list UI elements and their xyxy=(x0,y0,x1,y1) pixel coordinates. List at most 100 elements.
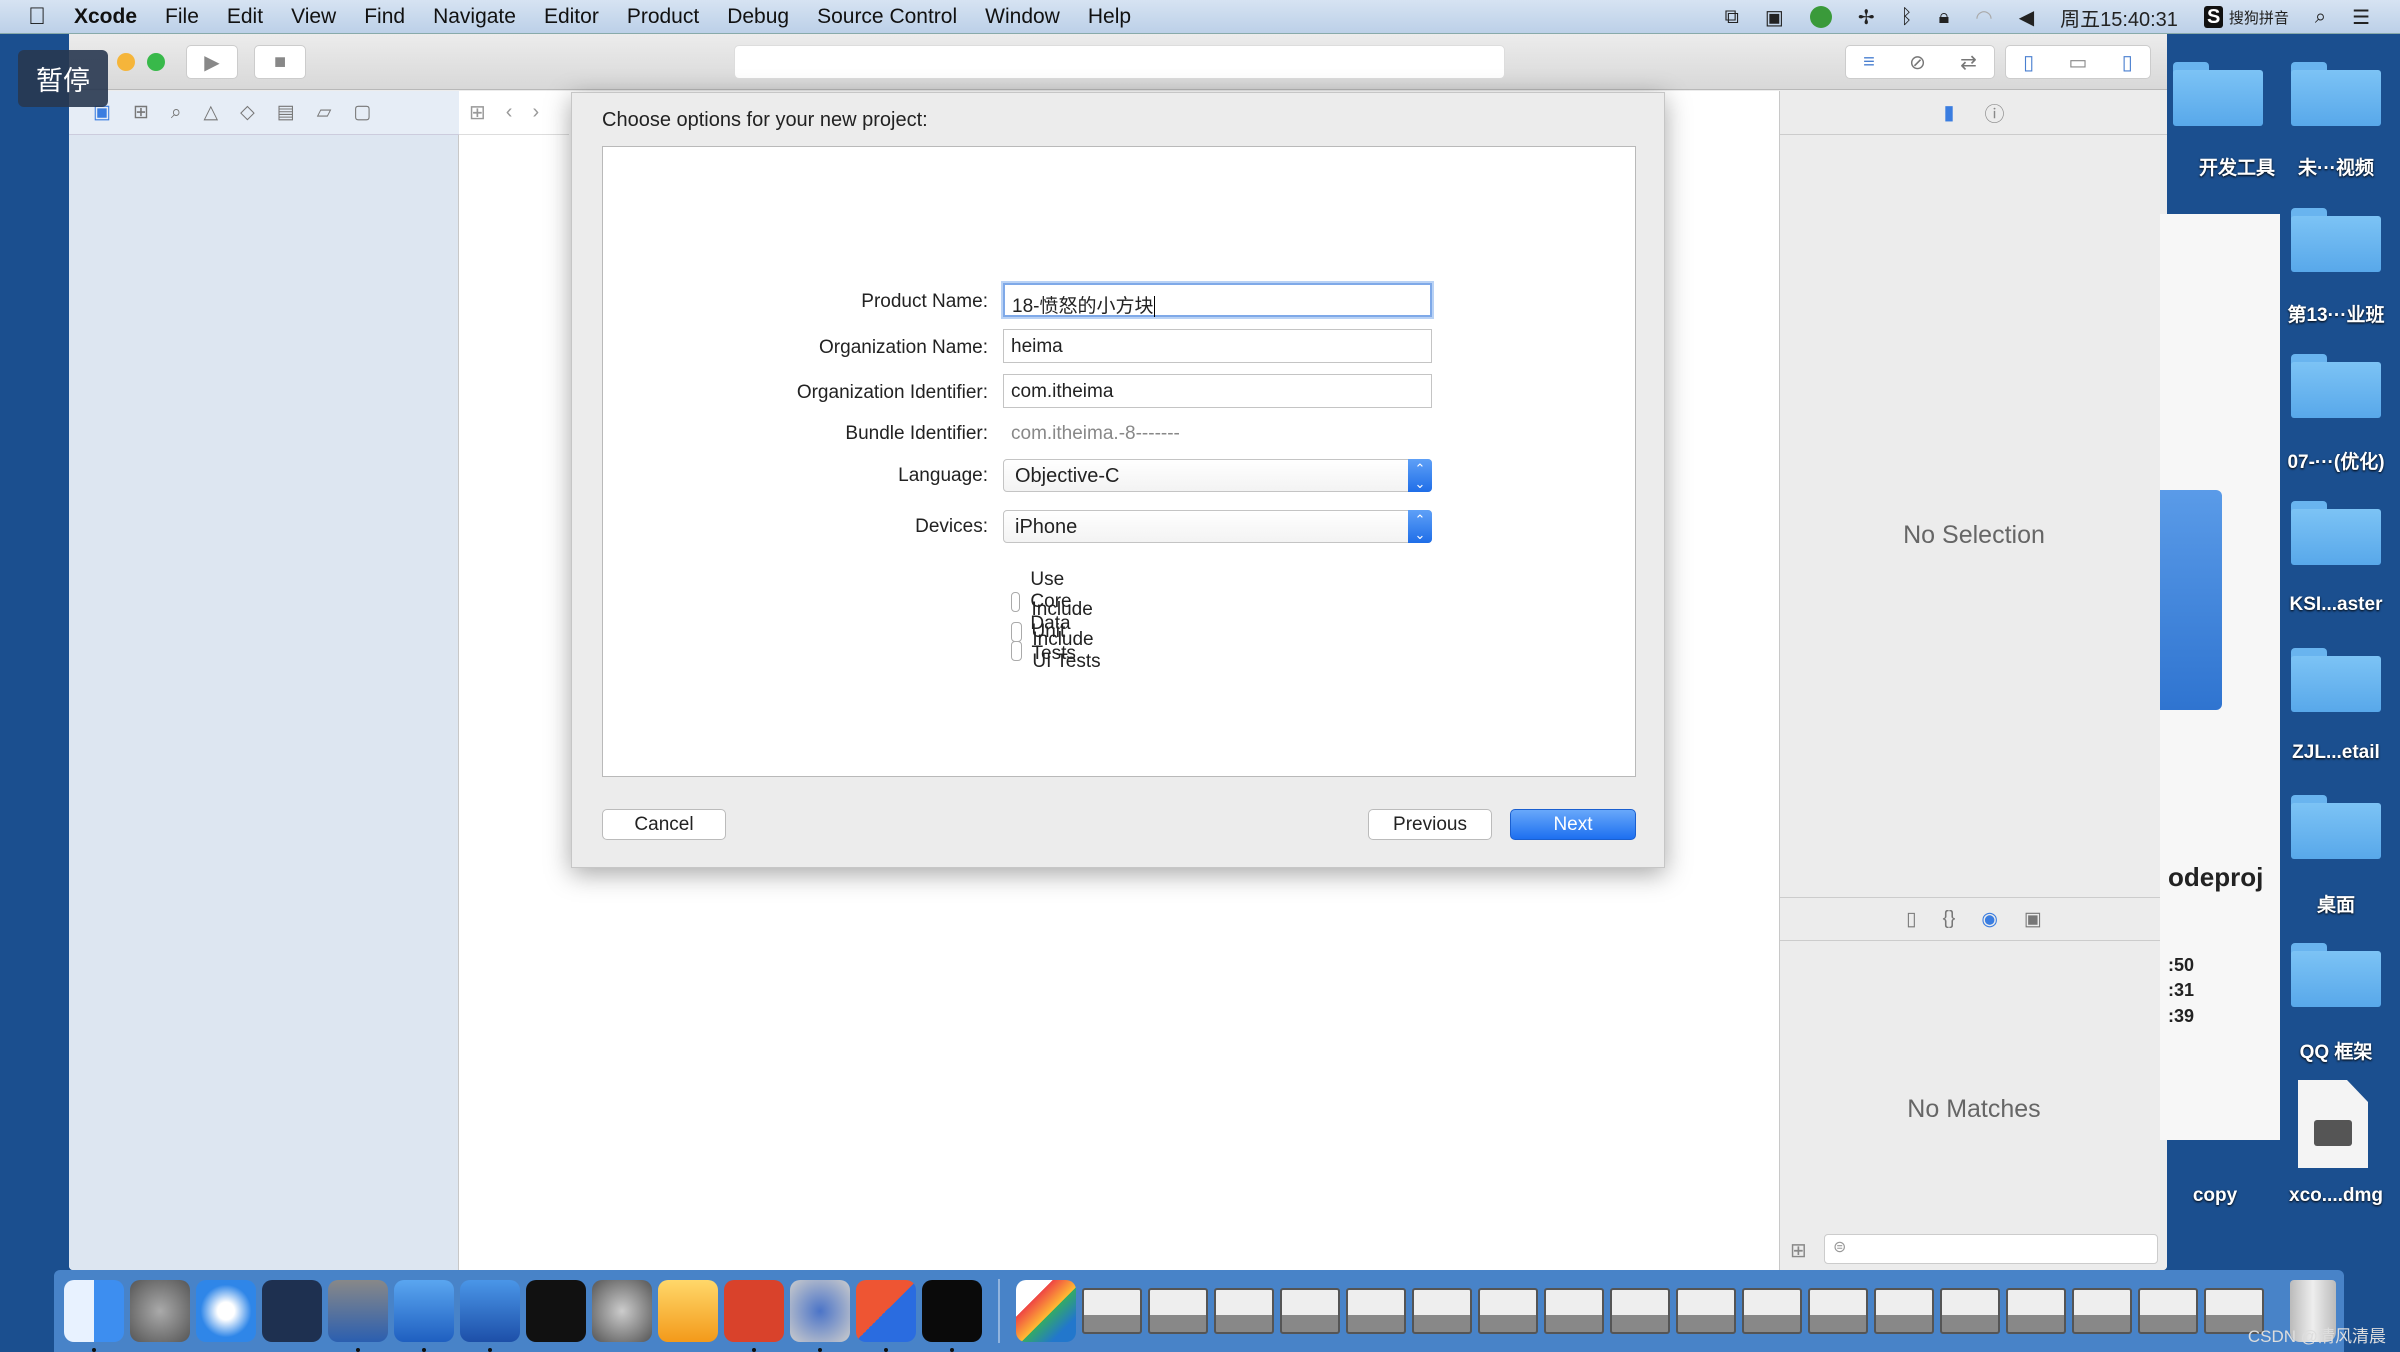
utilities-toggle-icon[interactable]: ▯ xyxy=(2122,50,2133,75)
organization-identifier-input[interactable]: com.itheima xyxy=(1003,374,1432,408)
system-preferences-dock-icon[interactable] xyxy=(592,1280,652,1342)
xcode-beta-dock-icon[interactable] xyxy=(460,1280,520,1352)
language-popup[interactable]: Objective-C ⌃ ⌄ xyxy=(1003,459,1432,492)
minimized-window-thumbnail[interactable] xyxy=(1346,1288,1406,1334)
minimize-button[interactable] xyxy=(117,53,135,71)
folder-icon[interactable] xyxy=(2173,62,2263,126)
quick-help-icon[interactable]: ⓘ xyxy=(1985,98,2005,127)
desktop-item-label[interactable]: xco....dmg xyxy=(2266,1185,2400,1207)
folder-icon[interactable] xyxy=(2291,795,2381,859)
desktop-item-label[interactable]: copy xyxy=(2145,1185,2285,1207)
activity-monitor-dock-icon[interactable] xyxy=(922,1280,982,1352)
folder-icon[interactable] xyxy=(2291,62,2381,126)
desktop-item-label[interactable]: 第13···业班 xyxy=(2266,300,2400,327)
mouse-dock-icon[interactable] xyxy=(262,1280,322,1342)
xcode-dock-icon[interactable] xyxy=(394,1280,454,1352)
minimized-window-thumbnail[interactable] xyxy=(1676,1288,1736,1334)
find-navigator-icon[interactable]: ⌕ xyxy=(171,102,182,124)
menu-file[interactable]: File xyxy=(165,5,199,29)
quicktime-dock-icon[interactable] xyxy=(790,1280,850,1352)
file-template-icon[interactable]: ▯ xyxy=(1906,908,1916,931)
menu-xcode[interactable]: Xcode xyxy=(74,5,137,29)
desktop-item-label[interactable]: KSI...aster xyxy=(2266,594,2400,616)
menu-editor[interactable]: Editor xyxy=(544,5,599,29)
media-library-icon[interactable]: ▣ xyxy=(2024,908,2042,931)
issue-navigator-icon[interactable]: △ xyxy=(204,101,219,124)
back-icon[interactable]: ‹ xyxy=(506,101,513,124)
minimized-window-thumbnail[interactable] xyxy=(2072,1288,2132,1334)
file-inspector-icon[interactable]: ▮ xyxy=(1943,100,1954,125)
dmg-file-icon[interactable] xyxy=(2298,1080,2368,1168)
include-ui-tests-checkbox[interactable]: Include UI Tests xyxy=(1011,629,1102,673)
desktop-item-label[interactable]: 开发工具 xyxy=(2160,153,2275,180)
related-items-icon[interactable]: ⊞ xyxy=(469,100,486,125)
desktop-item-label[interactable]: 未···视频 xyxy=(2266,153,2400,180)
menu-navigate[interactable]: Navigate xyxy=(433,5,516,29)
powerpoint-dock-icon[interactable] xyxy=(724,1280,784,1352)
assistant-editor-icon[interactable]: ⊘ xyxy=(1909,50,1926,75)
next-button[interactable]: Next xyxy=(1510,809,1636,840)
breakpoint-navigator-icon[interactable]: ▱ xyxy=(317,101,332,124)
spotlight-icon[interactable]: ⌕ xyxy=(2315,6,2326,29)
minimized-window-thumbnail[interactable] xyxy=(1280,1288,1340,1334)
green-app-icon[interactable] xyxy=(1809,6,1832,28)
minimized-window-thumbnail[interactable] xyxy=(1610,1288,1670,1334)
wifi-icon[interactable]: ◠ xyxy=(1975,5,1992,30)
folder-icon[interactable] xyxy=(2291,501,2381,565)
clock[interactable]: 周五15:40:31 xyxy=(2060,3,2178,32)
folder-icon[interactable] xyxy=(2291,943,2381,1007)
sketch-dock-icon[interactable] xyxy=(658,1280,718,1342)
minimized-window-thumbnail[interactable] xyxy=(2006,1288,2066,1334)
minimized-window-thumbnail[interactable] xyxy=(1148,1288,1208,1334)
zoom-button[interactable] xyxy=(147,53,165,71)
folder-icon[interactable] xyxy=(2291,208,2381,272)
navigator-toggle-icon[interactable]: ▯ xyxy=(2023,50,2034,75)
minimized-window-thumbnail[interactable] xyxy=(1940,1288,2000,1334)
input-method[interactable]: S 搜狗拼音 xyxy=(2203,5,2289,29)
minimized-window-thumbnail[interactable] xyxy=(1544,1288,1604,1334)
version-editor-icon[interactable]: ⇄ xyxy=(1960,50,1977,75)
terminal-dock-icon[interactable] xyxy=(526,1280,586,1342)
code-snippet-icon[interactable]: {} xyxy=(1943,908,1956,930)
menu-help[interactable]: Help xyxy=(1088,5,1131,29)
volume-icon[interactable]: ◀ xyxy=(2019,5,2034,30)
standard-editor-icon[interactable]: ≡ xyxy=(1863,51,1875,74)
minimized-window-thumbnail[interactable] xyxy=(1742,1288,1802,1334)
teamviewer-dock-icon[interactable] xyxy=(856,1280,916,1352)
debug-navigator-icon[interactable]: ▤ xyxy=(277,101,295,124)
desktop-item-label[interactable]: 桌面 xyxy=(2266,890,2400,917)
menu-debug[interactable]: Debug xyxy=(727,5,789,29)
product-name-input[interactable]: 18-愤怒的小方块 xyxy=(1003,283,1432,317)
grid-view-icon[interactable]: ⊞ xyxy=(1790,1238,1807,1263)
menu-source-control[interactable]: Source Control xyxy=(817,5,957,29)
organization-name-input[interactable]: heima xyxy=(1003,329,1432,363)
lock-icon[interactable]: 🔒︎ xyxy=(1939,6,1950,29)
menu-find[interactable]: Find xyxy=(364,5,405,29)
minimized-window-thumbnail[interactable] xyxy=(1412,1288,1472,1334)
pause-overlay-button[interactable]: 暂停 xyxy=(18,50,108,107)
debug-area-toggle-icon[interactable]: ▭ xyxy=(2069,50,2088,75)
desktop-item-label[interactable]: 07-···(优化) xyxy=(2266,447,2400,474)
minimized-window-thumbnail[interactable] xyxy=(1082,1288,1142,1334)
apple-menu-icon[interactable]:  xyxy=(28,3,46,31)
launchpad-dock-icon[interactable] xyxy=(130,1280,190,1342)
notification-center-icon[interactable]: ☰ xyxy=(2352,5,2370,30)
minimized-window-thumbnail[interactable] xyxy=(1874,1288,1934,1334)
menu-window[interactable]: Window xyxy=(985,5,1060,29)
screen-mirror-icon[interactable]: ⧉ xyxy=(1725,6,1739,29)
previous-button[interactable]: Previous xyxy=(1368,809,1492,840)
devices-popup[interactable]: iPhone ⌃ ⌄ xyxy=(1003,510,1432,543)
stop-button[interactable]: ■ xyxy=(254,45,306,79)
menu-product[interactable]: Product xyxy=(627,5,699,29)
cancel-button[interactable]: Cancel xyxy=(602,809,726,840)
run-button[interactable]: ▶ xyxy=(186,45,238,79)
finder-dock-icon[interactable] xyxy=(64,1280,124,1352)
object-library-icon[interactable]: ◉ xyxy=(1981,908,1998,931)
camera-icon[interactable]: ▣ xyxy=(1765,5,1784,30)
desktop-item-label[interactable]: QQ 框架 xyxy=(2266,1037,2400,1064)
desktop-item-label[interactable]: ZJL...etail xyxy=(2266,742,2400,764)
report-navigator-icon[interactable]: ▢ xyxy=(353,101,371,124)
chrome-dock-icon[interactable] xyxy=(1016,1280,1076,1342)
minimized-window-thumbnail[interactable] xyxy=(1478,1288,1538,1334)
menu-view[interactable]: View xyxy=(291,5,336,29)
